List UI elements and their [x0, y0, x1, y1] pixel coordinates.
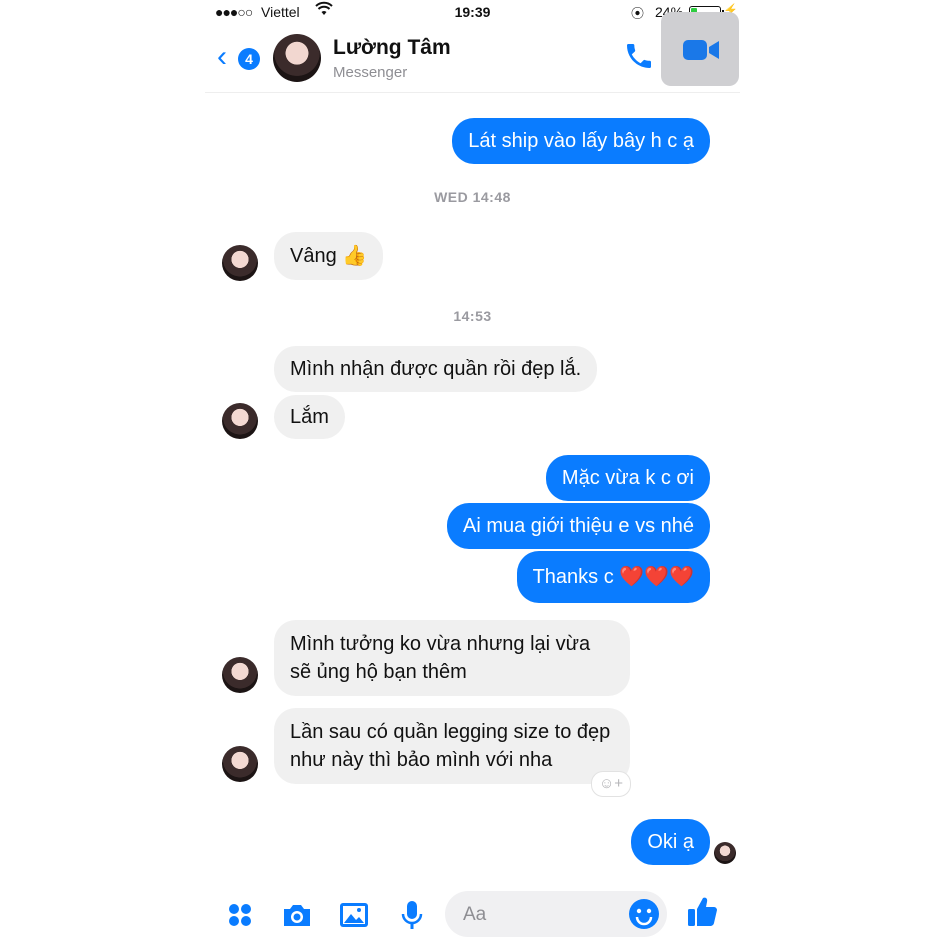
contact-avatar-small[interactable]	[222, 657, 258, 693]
message-bubble-incoming[interactable]: Lắm	[274, 395, 345, 439]
timestamp: WED 14:48	[434, 189, 511, 205]
add-reaction-icon[interactable]: ☺+	[591, 771, 631, 797]
message-bubble-outgoing[interactable]: Oki ạ	[631, 819, 710, 865]
orientation-lock-icon: ⦿	[631, 6, 645, 21]
message-input[interactable]: Aa	[445, 891, 667, 937]
message-bubble-incoming[interactable]: Mình nhận được quần rồi đẹp lắ.	[274, 346, 598, 392]
video-camera-icon	[681, 36, 721, 64]
composer-bar: Aa	[205, 880, 740, 947]
smile-icon[interactable]	[627, 897, 661, 931]
contact-avatar-small[interactable]	[222, 403, 258, 439]
contact-name[interactable]: Lường Tâm	[333, 36, 451, 60]
thumbs-up-icon[interactable]	[685, 894, 719, 928]
video-call-button[interactable]	[661, 12, 739, 86]
message-bubble-outgoing[interactable]: Ai mua giới thiệu e vs nhé	[446, 503, 710, 549]
microphone-icon[interactable]	[395, 898, 429, 932]
messenger-screen: ●●●○○ Viettel 19:39 ⦿ 24% ⚡ ‹ 4 Lường Tâ…	[205, 0, 740, 947]
status-bar: ●●●○○ Viettel 19:39 ⦿ 24% ⚡	[205, 0, 740, 24]
back-chevron-icon[interactable]: ‹	[217, 42, 227, 72]
unread-count-badge[interactable]: 4	[238, 48, 260, 70]
message-bubble-incoming[interactable]: Vâng 👍	[274, 232, 384, 280]
message-input-placeholder: Aa	[463, 904, 487, 925]
contact-avatar[interactable]	[273, 34, 321, 82]
conversation-header: ‹ 4 Lường Tâm Messenger	[205, 12, 740, 93]
message-text: Thanks c	[532, 566, 614, 588]
apps-icon[interactable]	[223, 898, 257, 932]
message-bubble-incoming[interactable]: Lần sau có quần legging size to đẹp như …	[274, 708, 630, 784]
contact-avatar-small[interactable]	[222, 245, 258, 281]
image-icon[interactable]	[337, 898, 371, 932]
contact-avatar-small[interactable]	[222, 746, 258, 782]
message-bubble-outgoing[interactable]: Lát ship vào lấy bây h c ạ	[452, 118, 710, 164]
contact-subtitle: Messenger	[333, 64, 408, 81]
read-receipt-avatar	[714, 842, 736, 864]
phone-icon[interactable]	[623, 40, 655, 72]
message-bubble-incoming[interactable]: Mình tưởng ko vừa nhưng lại vừa sẽ ủng h…	[274, 620, 630, 696]
message-bubble-outgoing[interactable]: Thanks c ❤️❤️❤️	[516, 551, 710, 603]
hearts-emoji: ❤️❤️❤️	[619, 566, 694, 588]
camera-icon[interactable]	[280, 898, 314, 932]
message-bubble-outgoing[interactable]: Mặc vừa k c ơi	[545, 455, 710, 501]
timestamp: 14:53	[453, 308, 492, 324]
